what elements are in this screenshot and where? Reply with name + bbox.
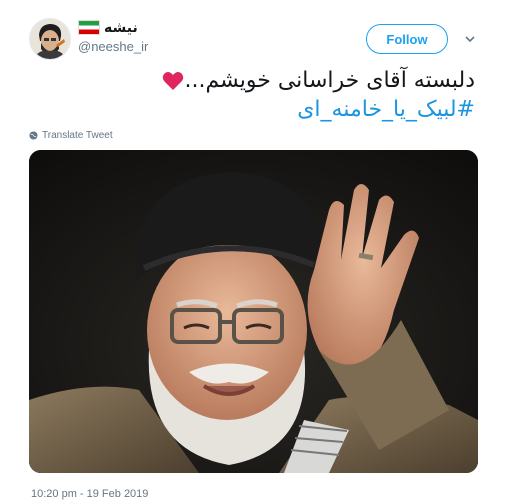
tweet-card: نیشه @neeshe_ir Follow دلبسته آقای خراسا… (0, 0, 505, 504)
follow-button[interactable]: Follow (366, 24, 448, 54)
heart-icon (163, 72, 184, 90)
avatar[interactable] (29, 18, 71, 60)
iran-flag-icon (78, 20, 100, 35)
tweet-text: دلبسته آقای خراسانی خویشم... #لبیک_یا_خا… (35, 66, 475, 124)
tweet-text-line: دلبسته آقای خراسانی خویشم... (35, 66, 475, 95)
tweet-photo[interactable] (29, 150, 478, 473)
display-name[interactable]: نیشه (104, 19, 138, 36)
user-handle[interactable]: @neeshe_ir (78, 39, 148, 54)
name-row: نیشه (78, 19, 138, 36)
translate-tweet-link[interactable]: Translate Tweet (29, 130, 113, 141)
tweet-timestamp[interactable]: 10:20 pm - 19 Feb 2019 (31, 488, 148, 500)
translate-label: Translate Tweet (42, 130, 113, 141)
chevron-down-icon[interactable] (465, 34, 475, 44)
tweet-text-body: دلبسته آقای خراسانی خویشم... (184, 68, 475, 93)
hashtag-link[interactable]: #لبیک_یا_خامنه_ای (35, 95, 475, 124)
globe-icon (29, 131, 38, 140)
